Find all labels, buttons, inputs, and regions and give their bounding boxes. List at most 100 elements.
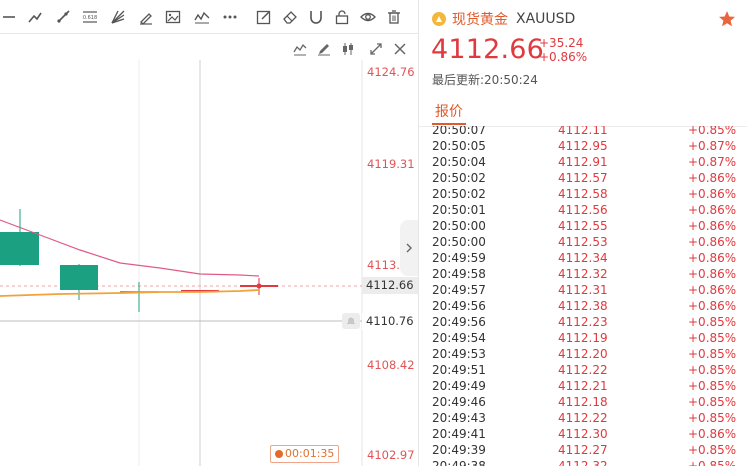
indicator-icon[interactable] — [290, 39, 310, 59]
tick-pct: +0.85% — [688, 315, 737, 329]
close-icon[interactable] — [390, 39, 410, 59]
change-percent: +0.86% — [539, 50, 588, 64]
moving-average-line-2 — [0, 289, 260, 297]
tick-row: 20:50:02 4112.57 +0.86% — [419, 170, 747, 186]
tick-pct: +0.85% — [688, 459, 737, 466]
tick-price: 4112.57 — [558, 171, 608, 185]
magnet-icon[interactable] — [305, 6, 327, 28]
tick-pct: +0.85% — [688, 331, 737, 345]
tick-time: 20:49:41 — [432, 427, 486, 441]
tick-pct: +0.85% — [688, 443, 737, 457]
tick-price: 4112.38 — [558, 299, 608, 313]
tick-pct: +0.87% — [688, 139, 737, 153]
tick-price: 4112.56 — [558, 203, 608, 217]
fibonacci-icon[interactable]: 0.618 — [79, 6, 101, 28]
alert-bell-icon[interactable] — [342, 313, 360, 329]
instrument-symbol: XAUUSD — [516, 11, 576, 27]
tick-row: 20:50:00 4112.53 +0.86% — [419, 234, 747, 250]
tick-price: 4112.23 — [558, 315, 608, 329]
fib-label: 0.618 — [83, 15, 97, 21]
tick-time: 20:49:56 — [432, 315, 486, 329]
tick-pct: +0.86% — [688, 251, 737, 265]
tick-time: 20:49:59 — [432, 251, 486, 265]
tick-price: 4112.32 — [558, 459, 608, 466]
image-icon[interactable] — [162, 6, 184, 28]
trend-line-icon[interactable] — [24, 6, 46, 28]
tick-time: 20:50:02 — [432, 187, 486, 201]
eye-icon[interactable] — [357, 6, 379, 28]
brush-icon[interactable] — [135, 6, 157, 28]
tick-price: 4112.21 — [558, 379, 608, 393]
horizontal-line-icon[interactable] — [0, 6, 22, 28]
y-tick-label: 4108.42 — [367, 358, 415, 372]
tick-row: 20:49:56 4112.38 +0.86% — [419, 298, 747, 314]
tick-row: 20:49:59 4112.34 +0.86% — [419, 250, 747, 266]
tick-pct: +0.86% — [688, 427, 737, 441]
tick-time: 20:50:05 — [432, 139, 486, 153]
tick-price: 4112.91 — [558, 155, 608, 169]
tick-pct: +0.87% — [688, 155, 737, 169]
tick-row: 20:49:46 4112.18 +0.85% — [419, 394, 747, 410]
fan-icon[interactable] — [107, 6, 129, 28]
tick-time: 20:49:46 — [432, 395, 486, 409]
tick-time: 20:49:53 — [432, 347, 486, 361]
tick-time: 20:49:56 — [432, 299, 486, 313]
eraser-icon[interactable] — [279, 6, 301, 28]
candlestick-chart[interactable]: 4124.76 4119.31 4113.86 4108.42 4102.97 … — [0, 34, 418, 466]
more-icon[interactable] — [219, 6, 241, 28]
tick-time: 20:50:02 — [432, 171, 486, 185]
change-amount: +35.24 — [539, 36, 584, 50]
tick-price: 4112.22 — [558, 363, 608, 377]
candle-type-icon[interactable] — [338, 39, 358, 59]
draw-pencil-icon[interactable] — [314, 39, 334, 59]
drawing-toolbar: 0.618 — [0, 0, 418, 34]
tick-time: 20:50:00 — [432, 235, 486, 249]
pattern-icon[interactable] — [191, 6, 213, 28]
tick-time: 20:49:54 — [432, 331, 486, 345]
tick-time: 20:49:43 — [432, 411, 486, 425]
tick-row: 20:49:54 4112.19 +0.85% — [419, 330, 747, 346]
candle — [0, 232, 39, 265]
tick-time: 20:50:04 — [432, 155, 486, 169]
fullscreen-icon[interactable] — [366, 39, 386, 59]
tick-price: 4112.34 — [558, 251, 608, 265]
tick-pct: +0.86% — [688, 171, 737, 185]
note-icon[interactable] — [253, 6, 275, 28]
tick-pct: +0.85% — [688, 411, 737, 425]
tick-price: 4112.22 — [558, 411, 608, 425]
tick-row: 20:50:01 4112.56 +0.86% — [419, 202, 747, 218]
tick-price: 4112.31 — [558, 283, 608, 297]
last-price: 4112.66 — [431, 34, 545, 65]
tick-pct: +0.85% — [688, 363, 737, 377]
tick-time: 20:49:49 — [432, 379, 486, 393]
tick-row: 20:49:58 4112.32 +0.86% — [419, 266, 747, 282]
tick-price: 4112.32 — [558, 267, 608, 281]
tick-pct: +0.86% — [688, 283, 737, 297]
collapse-panel-button[interactable] — [400, 220, 418, 276]
lock-icon[interactable] — [331, 6, 353, 28]
tick-row: 20:49:51 4112.22 +0.85% — [419, 362, 747, 378]
trash-icon[interactable] — [383, 6, 405, 28]
ray-icon[interactable] — [52, 6, 74, 28]
favorite-star-icon[interactable] — [718, 10, 736, 28]
tick-pct: +0.86% — [688, 203, 737, 217]
clock-icon — [275, 450, 283, 458]
tick-pct: +0.85% — [688, 379, 737, 393]
tick-pct: +0.86% — [688, 299, 737, 313]
tick-row: 20:49:49 4112.21 +0.85% — [419, 378, 747, 394]
tick-price: 4112.18 — [558, 395, 608, 409]
tick-pct: +0.86% — [688, 187, 737, 201]
horizontal-line-price-tag: 4110.76 — [362, 313, 418, 330]
instrument-name: 现货黄金 — [452, 12, 508, 28]
tab-quotes[interactable]: 报价 — [435, 101, 463, 121]
tick-pct: +0.86% — [688, 267, 737, 281]
tick-time: 20:49:51 — [432, 363, 486, 377]
tick-row: 20:50:05 4112.95 +0.87% — [419, 138, 747, 154]
tick-price: 4112.95 — [558, 139, 608, 153]
tick-row: 20:49:53 4112.20 +0.85% — [419, 346, 747, 362]
tick-pct: +0.86% — [688, 219, 737, 233]
last-price-dot — [256, 283, 262, 289]
tick-row: 20:50:02 4112.58 +0.86% — [419, 186, 747, 202]
y-tick-label: 4119.31 — [367, 157, 415, 171]
tick-list[interactable]: 20:50:07 4112.11 +0.85% 20:50:05 4112.95 +0.8… — [419, 126, 747, 466]
